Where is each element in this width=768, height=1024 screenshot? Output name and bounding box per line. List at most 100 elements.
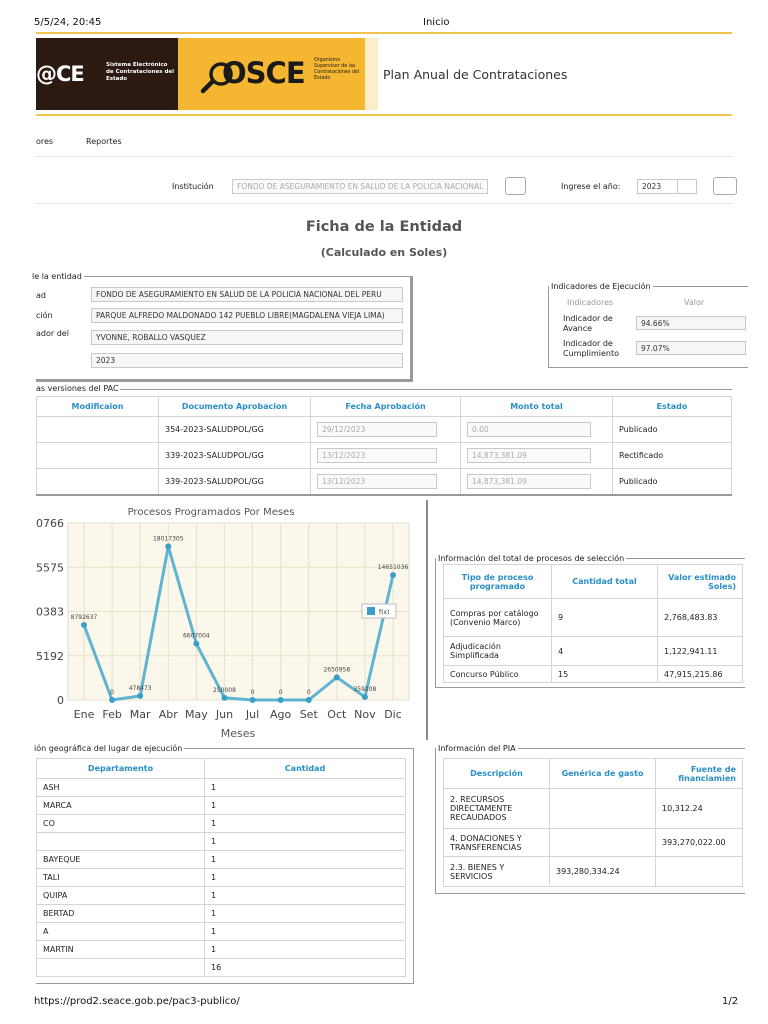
institucion-search-button[interactable] [505,177,526,195]
nav-item-ores[interactable]: ores [36,137,53,146]
y-tick-label: 0 [57,694,64,707]
table-row: MARCA 1 [36,796,406,815]
data-point [109,697,116,703]
table-row: Adjudicación Simplificada 4 1,122,941.11 [443,636,743,666]
data-point [333,674,340,681]
entidad-label-0: ad [36,291,46,300]
table-row: Concurso Público 15 47,915,215.86 [443,665,743,683]
geo-cantidad: 16 [204,958,406,977]
geo-departamento: QUIPA [36,886,205,905]
indicador-cumplimiento-label: Indicador de Cumplimiento [563,339,620,358]
indicador-avance-label: Indicador de Avance [563,314,613,333]
entidad-field-1: PARQUE ALFREDO MALDONADO 142 PUEBLO LIBR… [91,308,403,323]
proceso-valor: 1,122,941.11 [657,636,743,666]
version-fecha: 29/12/2023 [317,422,437,437]
data-point [390,572,396,579]
procesos-table: Tipo de proceso programado Cantidad tota… [443,564,743,683]
versiones-th-1: Documento Aprobacion [158,396,311,417]
x-tick-label: May [185,708,208,721]
pia-desc: 2. RECURSOS DIRECTAMENTE RECAUDADOS [443,788,550,829]
data-label: 8792637 [71,614,98,621]
print-url: https://prod2.seace.gob.pe/pac3-publico/ [34,996,240,1007]
proceso-tipo: Compras por catálogo (Convenio Marco) [443,598,552,637]
pia-table: Descripción Genérica de gasto Fuente de … [443,758,743,887]
geo-th-0: Departamento [36,758,205,779]
table-row: 354-2023-SALUDPOL/GG 29/12/2023 0.00 Pub… [36,416,732,443]
x-tick-label: Oct [327,708,347,721]
geo-cantidad: 1 [204,886,406,905]
table-row: QUIPA 1 [36,886,406,905]
table-row: 339-2023-SALUDPOL/GG 13/12/2023 14,873,3… [36,468,732,495]
versiones-rule [120,389,732,390]
geo-departamento: BERTAD [36,904,205,923]
data-label: 0 [110,689,114,696]
pia-generica [549,828,656,857]
anio-label: Ingrese el año: [561,182,621,191]
pia-th-1: Genérica de gasto [549,758,656,789]
version-monto: 14,873,381.09 [467,474,591,489]
entidad-label-1: ción [36,311,53,320]
legend-swatch [367,607,375,615]
y-tick-label: 10383 [36,606,64,619]
entidad-field-2: YVONNE, ROBALLO VASQUEZ [91,330,403,345]
x-tick-label: Jul [245,708,259,721]
version-monto: 14,873,381.09 [467,448,591,463]
geo-departamento: A [36,922,205,941]
proceso-valor: 47,915,215.86 [657,665,743,683]
institucion-label: Institución [172,182,214,191]
data-label: 14651036 [378,564,409,571]
ficha-subtitle: (Calculado en Soles) [320,246,448,259]
proceso-cantidad: 9 [551,598,658,637]
versiones-th-3: Monto total [460,396,613,417]
version-estado: Publicado [612,416,732,443]
data-point [193,640,200,647]
data-point [305,697,312,703]
x-tick-label: Ago [270,708,292,721]
pia-desc: 4. DONACIONES Y TRANSFERENCIAS [443,828,550,857]
data-label: 250008 [213,687,236,694]
procesos-legend: Información del total de procesos de sel… [438,554,625,563]
data-point [249,697,256,703]
table-row: 4. DONACIONES Y TRANSFERENCIAS 393,270,0… [443,828,743,857]
data-point [165,543,172,550]
version-monto: 0.00 [467,422,591,437]
geo-cantidad: 1 [204,922,406,941]
geo-departamento [36,832,205,851]
x-tick-label: Dic [384,708,402,721]
entidad-legend: le la entidad [32,272,82,281]
proceso-tipo: Concurso Público [443,665,552,683]
seace-logo-text: Sistema Electrónico de Contrataciones de… [106,62,175,82]
x-tick-label: Ene [74,708,95,721]
anio-spinner[interactable] [677,179,697,194]
indicadores-legend: Indicadores de Ejecución [551,282,651,291]
version-doc: 339-2023-SALUDPOL/GG [158,468,311,495]
data-label: 6607004 [183,633,210,640]
chart-xlabel: Meses [221,727,256,740]
y-tick-label: 20766 [36,517,64,530]
indicador-avance-value: 94.66% [636,316,746,330]
versiones-th-4: Estado [612,396,732,417]
procesos-chart: Procesos Programados Por Meses 0 05192 103… [36,507,410,740]
pia-fuente: 393,270,022.00 [655,828,743,857]
buscar-button[interactable] [713,177,737,195]
pia-legend: Información del PIA [438,744,516,753]
versiones-table: Modificaion Documento Aprobacion Fecha A… [36,396,732,495]
nav-item-reportes[interactable]: Reportes [86,137,122,146]
geo-table: Departamento Cantidad ASH 1 MARCA 1 CO 1 1 BAYE… [36,758,406,977]
x-tick-label: Set [300,708,319,721]
geo-cantidad: 1 [204,814,406,833]
osce-logo-text: Organismo Supervisor de las Contratacion… [314,58,360,81]
institucion-input[interactable]: FONDO DE ASEGURAMIENTO EN SALUD DE LA PO… [232,179,488,194]
app-title: Plan Anual de Contrataciones [383,67,568,82]
version-estado: Rectificado [612,442,732,469]
versiones-bottom-rule [36,494,732,496]
procesos-th-0: Tipo de proceso programado [443,564,552,599]
x-tick-label: Jun [215,708,233,721]
geo-cantidad: 1 [204,868,406,887]
table-row: TALI 1 [36,868,406,887]
geo-departamento: BAYEQUE [36,850,205,869]
pia-generica [549,788,656,829]
x-tick-label: Abr [159,708,179,721]
version-doc: 339-2023-SALUDPOL/GG [158,442,311,469]
table-row: Compras por catálogo (Convenio Marco) 9 … [443,598,743,637]
